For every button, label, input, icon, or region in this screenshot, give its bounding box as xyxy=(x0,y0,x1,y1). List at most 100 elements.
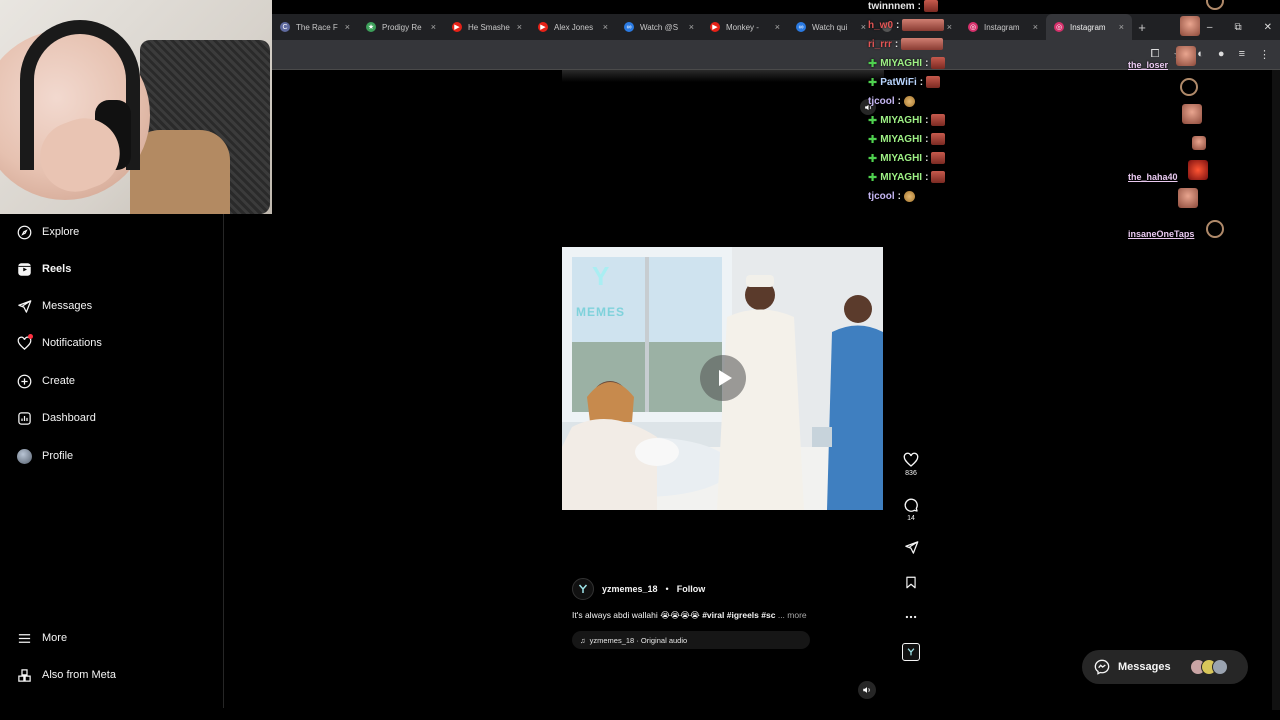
subscriber-badge-icon: ✚ xyxy=(868,114,878,127)
messages-pill-label: Messages xyxy=(1118,661,1171,673)
tab-close-icon[interactable]: × xyxy=(689,22,694,32)
tab-title: Alex Jones xyxy=(554,22,594,32)
chat-username: PatWiFi xyxy=(880,76,917,88)
close-window-button[interactable]: ✕ xyxy=(1264,22,1272,33)
tab-close-icon[interactable]: × xyxy=(861,22,866,32)
message-avatars xyxy=(1190,659,1228,675)
browser-tab[interactable]: ▶ He Smashe × xyxy=(444,14,530,40)
heart-icon xyxy=(903,452,919,467)
browser-tab[interactable]: ◎ Instagram × xyxy=(960,14,1046,40)
dashboard-icon xyxy=(16,410,32,426)
comment-count: 14 xyxy=(907,515,915,522)
share-button[interactable] xyxy=(900,540,922,555)
chat-emote-icon xyxy=(931,171,946,183)
subscriber-badge-icon: ✚ xyxy=(868,171,878,184)
chat-emote-icon xyxy=(924,0,939,12)
browser-tab[interactable]: ∞ Watch qui × xyxy=(788,14,874,40)
browser-tab[interactable]: ▶ Monkey - × xyxy=(702,14,788,40)
tab-close-icon[interactable]: × xyxy=(345,22,350,32)
chat-username: MIYAGHI xyxy=(880,133,923,145)
chat-separator: : xyxy=(925,171,929,183)
author-row: yzmemes_18 • Follow xyxy=(572,578,872,600)
hamburger-icon xyxy=(16,630,32,646)
chat-username: h_w0 xyxy=(868,19,894,31)
tab-title: Instagram xyxy=(984,22,1020,32)
minimize-button[interactable]: – xyxy=(1207,22,1213,33)
sidebar-item-profile[interactable]: Profile xyxy=(16,444,73,468)
tab-close-icon[interactable]: × xyxy=(775,22,780,32)
sidebar-item-label: Explore xyxy=(42,226,80,238)
chat-emote-icon xyxy=(931,114,946,126)
subscriber-badge-icon: ✚ xyxy=(868,57,878,70)
compass-icon xyxy=(16,224,32,240)
caption-more-link[interactable]: ... more xyxy=(778,610,807,620)
sidebar-item-reels[interactable]: Reels xyxy=(16,257,71,281)
save-button[interactable] xyxy=(900,575,922,590)
follow-button[interactable]: Follow xyxy=(677,584,706,594)
sidebar-item-label: Reels xyxy=(42,263,72,275)
tab-title: He Smashe xyxy=(468,22,510,32)
browser-tab[interactable]: ◎ Instagram × xyxy=(1046,14,1132,40)
comment-icon xyxy=(904,498,918,512)
sidebar-item-notifications[interactable]: Notifications xyxy=(16,331,102,355)
audio-pill[interactable]: ♫ yzmemes_18 · Original audio xyxy=(572,631,810,649)
sidebar-item-create[interactable]: Create xyxy=(16,369,75,393)
yz-logo-icon xyxy=(578,584,588,593)
chat-message: ✚ MIYAGHI: xyxy=(868,169,946,185)
tab-favicon-icon: C xyxy=(280,22,290,32)
tab-favicon-icon: ∞ xyxy=(624,22,634,32)
emote-face xyxy=(1178,188,1198,208)
author-avatar[interactable] xyxy=(572,578,594,600)
audio-cover-icon xyxy=(902,643,920,661)
chat-username: tjcool xyxy=(868,95,895,107)
reel-video[interactable]: Y MEMES xyxy=(562,247,883,510)
more-options-button[interactable] xyxy=(900,610,922,624)
chat-message: h_w0: xyxy=(868,17,945,33)
messages-pill[interactable]: Messages xyxy=(1082,650,1248,684)
tab-title: Prodigy Re xyxy=(382,22,422,32)
heart-icon xyxy=(16,334,33,351)
page-scrollbar[interactable] xyxy=(1272,70,1280,710)
tab-close-icon[interactable]: × xyxy=(431,22,436,32)
sidebar-item-label: Notifications xyxy=(42,337,102,349)
sidebar-item-dashboard[interactable]: Dashboard xyxy=(16,406,96,430)
comment-button[interactable]: 14 xyxy=(900,497,922,522)
tab-close-icon[interactable]: × xyxy=(603,22,608,32)
mute-button[interactable] xyxy=(858,681,876,699)
chat-emote-icon xyxy=(931,133,946,145)
chat-message: twinnnem: xyxy=(868,0,939,14)
previous-reel-edge xyxy=(562,70,884,82)
plus-square-icon xyxy=(16,373,32,389)
reels-icon xyxy=(16,261,32,277)
sidebar-item-messages[interactable]: Messages xyxy=(16,294,92,318)
browser-tab[interactable]: ∞ Watch @S × xyxy=(616,14,702,40)
tab-close-icon[interactable]: × xyxy=(947,22,952,32)
audio-thumbnail[interactable] xyxy=(900,643,922,661)
browser-tab[interactable]: ▶ Alex Jones × xyxy=(530,14,616,40)
sidebar-item-explore[interactable]: Explore xyxy=(16,220,79,244)
chat-username: MIYAGHI xyxy=(880,152,923,164)
extension-icon[interactable]: ◐ xyxy=(1197,48,1204,61)
play-icon xyxy=(718,370,732,386)
new-tab-button[interactable]: + xyxy=(1132,20,1152,35)
chat-separator: : xyxy=(917,0,922,12)
tab-close-icon[interactable]: × xyxy=(1033,22,1038,32)
tab-search-icon[interactable]: ≡ xyxy=(1239,48,1245,61)
tab-close-icon[interactable]: × xyxy=(1119,22,1124,32)
profile-icon[interactable]: ● xyxy=(1218,48,1225,61)
browser-tab[interactable]: ★ Prodigy Re × xyxy=(358,14,444,40)
tab-close-icon[interactable]: × xyxy=(517,22,522,32)
browser-tab[interactable]: C The Race F × xyxy=(272,14,358,40)
browser-menu-icon[interactable]: ⋮ xyxy=(1259,48,1270,61)
like-button[interactable]: 836 xyxy=(900,452,922,477)
chat-message: ✚ PatWiFi: xyxy=(868,74,941,90)
author-username[interactable]: yzmemes_18 xyxy=(602,584,658,594)
sidebar-item-also-from-meta[interactable]: Also from Meta xyxy=(16,663,116,687)
bookmark-icon xyxy=(906,576,916,589)
audio-label: yzmemes_18 · Original audio xyxy=(589,635,688,645)
send-icon xyxy=(16,298,32,314)
restore-button[interactable]: ⧉ xyxy=(1234,22,1241,33)
caption-hashtags[interactable]: #viral #igreels #sc xyxy=(702,610,775,620)
sidebar-item-more[interactable]: More xyxy=(16,626,67,650)
play-button[interactable] xyxy=(700,355,746,401)
